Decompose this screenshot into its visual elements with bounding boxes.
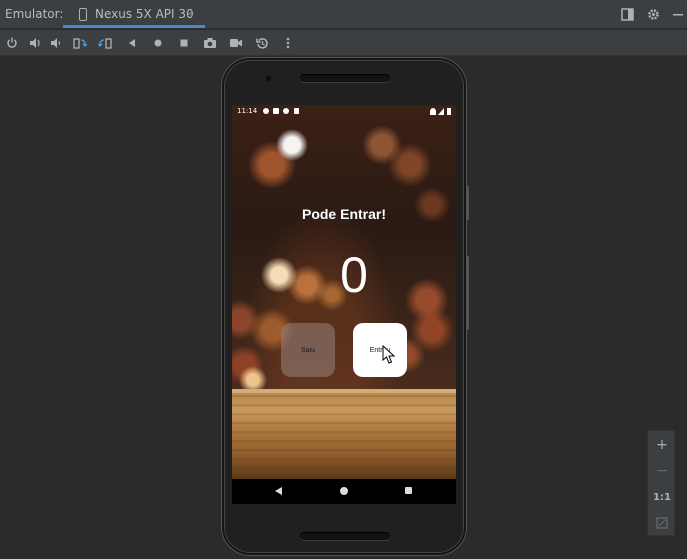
gear-icon[interactable] (645, 6, 661, 22)
wood-table-background (232, 389, 456, 479)
tab-nexus-5x[interactable]: Nexus 5X API 30 × (63, 0, 205, 29)
home-icon[interactable] (149, 34, 167, 52)
signal-icon (438, 108, 444, 115)
device-icon (79, 8, 87, 21)
table-highlight (232, 389, 456, 393)
active-tab-indicator (63, 25, 205, 28)
back-icon[interactable] (123, 34, 141, 52)
zoom-controls: + − 1:1 (647, 430, 675, 536)
nav-home-icon[interactable] (340, 487, 348, 495)
tab-close-icon[interactable]: × (185, 7, 194, 20)
screen-record-icon[interactable] (227, 34, 245, 52)
snapshot-icon[interactable] (253, 34, 271, 52)
app-title: Pode Entrar! (301, 206, 386, 222)
rotate-right-icon[interactable] (96, 34, 114, 52)
emulator-window: Emulator: Nexus 5X API 30 × 11:14 Pode E… (0, 0, 687, 559)
power-icon[interactable] (3, 34, 21, 52)
zoom-1-to-1-button[interactable]: 1:1 (648, 485, 676, 509)
volume-up-icon[interactable] (26, 34, 44, 52)
device-volume-rocker[interactable] (466, 256, 469, 330)
minimize-icon[interactable] (670, 6, 686, 22)
storage-notification-icon (294, 108, 299, 114)
front-camera (266, 76, 271, 81)
rotate-left-icon[interactable] (71, 34, 89, 52)
sim-notification-icon (273, 108, 279, 114)
emulator-toolbar (0, 30, 687, 56)
bottom-speaker (300, 532, 390, 540)
wifi-icon (430, 108, 436, 115)
emulator-tab-bar: Emulator: Nexus 5X API 30 × (0, 0, 687, 29)
panel-label: Emulator: (5, 7, 64, 21)
device-power-button[interactable] (466, 186, 469, 220)
nav-back-icon[interactable] (275, 487, 282, 495)
overview-icon[interactable] (175, 34, 193, 52)
saiu-button[interactable]: Saiu (281, 323, 335, 377)
settings-notification-icon (263, 108, 269, 114)
more-icon[interactable] (279, 34, 297, 52)
mouse-cursor-icon (382, 345, 396, 364)
entrou-button[interactable]: Entrou (353, 323, 407, 377)
fit-screen-icon[interactable] (648, 511, 676, 535)
device-screen[interactable]: 11:14 Pode Entrar! 0 Saiu Entrou (232, 105, 456, 504)
counter-value: 0 (340, 247, 368, 303)
android-nav-bar (232, 479, 456, 504)
zoom-out-button[interactable]: − (648, 459, 676, 483)
status-time: 11:14 (237, 107, 258, 115)
volume-down-icon[interactable] (47, 34, 65, 52)
battery-icon (447, 108, 451, 115)
shield-notification-icon (283, 108, 289, 114)
zoom-in-button[interactable]: + (648, 433, 676, 457)
window-mode-icon[interactable] (619, 6, 635, 22)
top-speaker (300, 74, 390, 82)
android-status-bar: 11:14 (232, 105, 456, 119)
screenshot-icon[interactable] (201, 34, 219, 52)
nav-recents-icon[interactable] (405, 487, 412, 494)
tab-label: Nexus 5X API 30 (95, 7, 194, 21)
